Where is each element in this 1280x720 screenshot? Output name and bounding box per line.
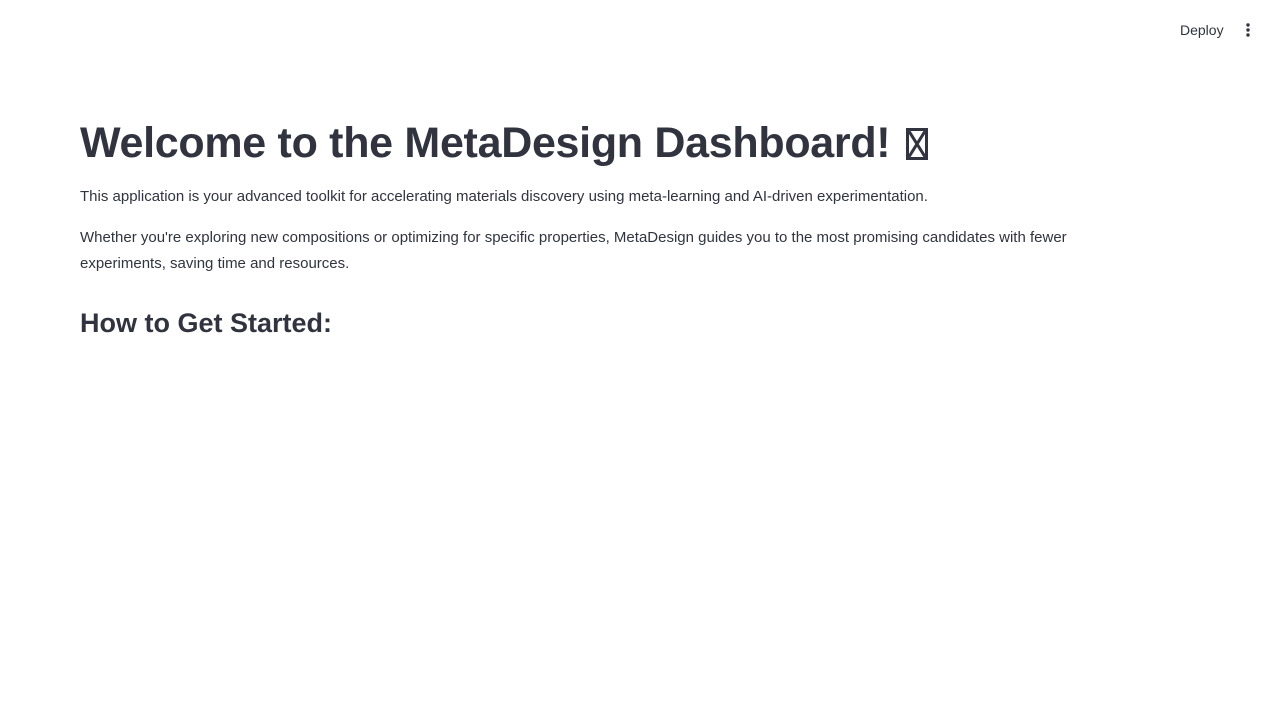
main-menu-button[interactable] [1236, 18, 1260, 42]
app-header: Deploy [0, 0, 1280, 60]
more-vertical-icon [1246, 23, 1250, 37]
intro-paragraph: This application is your advanced toolki… [80, 188, 928, 205]
missing-glyph-icon [905, 128, 928, 160]
page-title-text: Welcome to the MetaDesign Dashboard! [80, 119, 891, 167]
deploy-button[interactable]: Deploy [1168, 18, 1236, 42]
section-heading-get-started: How to Get Started: [80, 308, 333, 338]
app-root: Deploy Welcome to the MetaDesign Dashboa… [0, 0, 1280, 720]
page-title: Welcome to the MetaDesign Dashboard! [80, 116, 928, 170]
description-paragraph: Whether you're exploring new composition… [80, 229, 1067, 272]
